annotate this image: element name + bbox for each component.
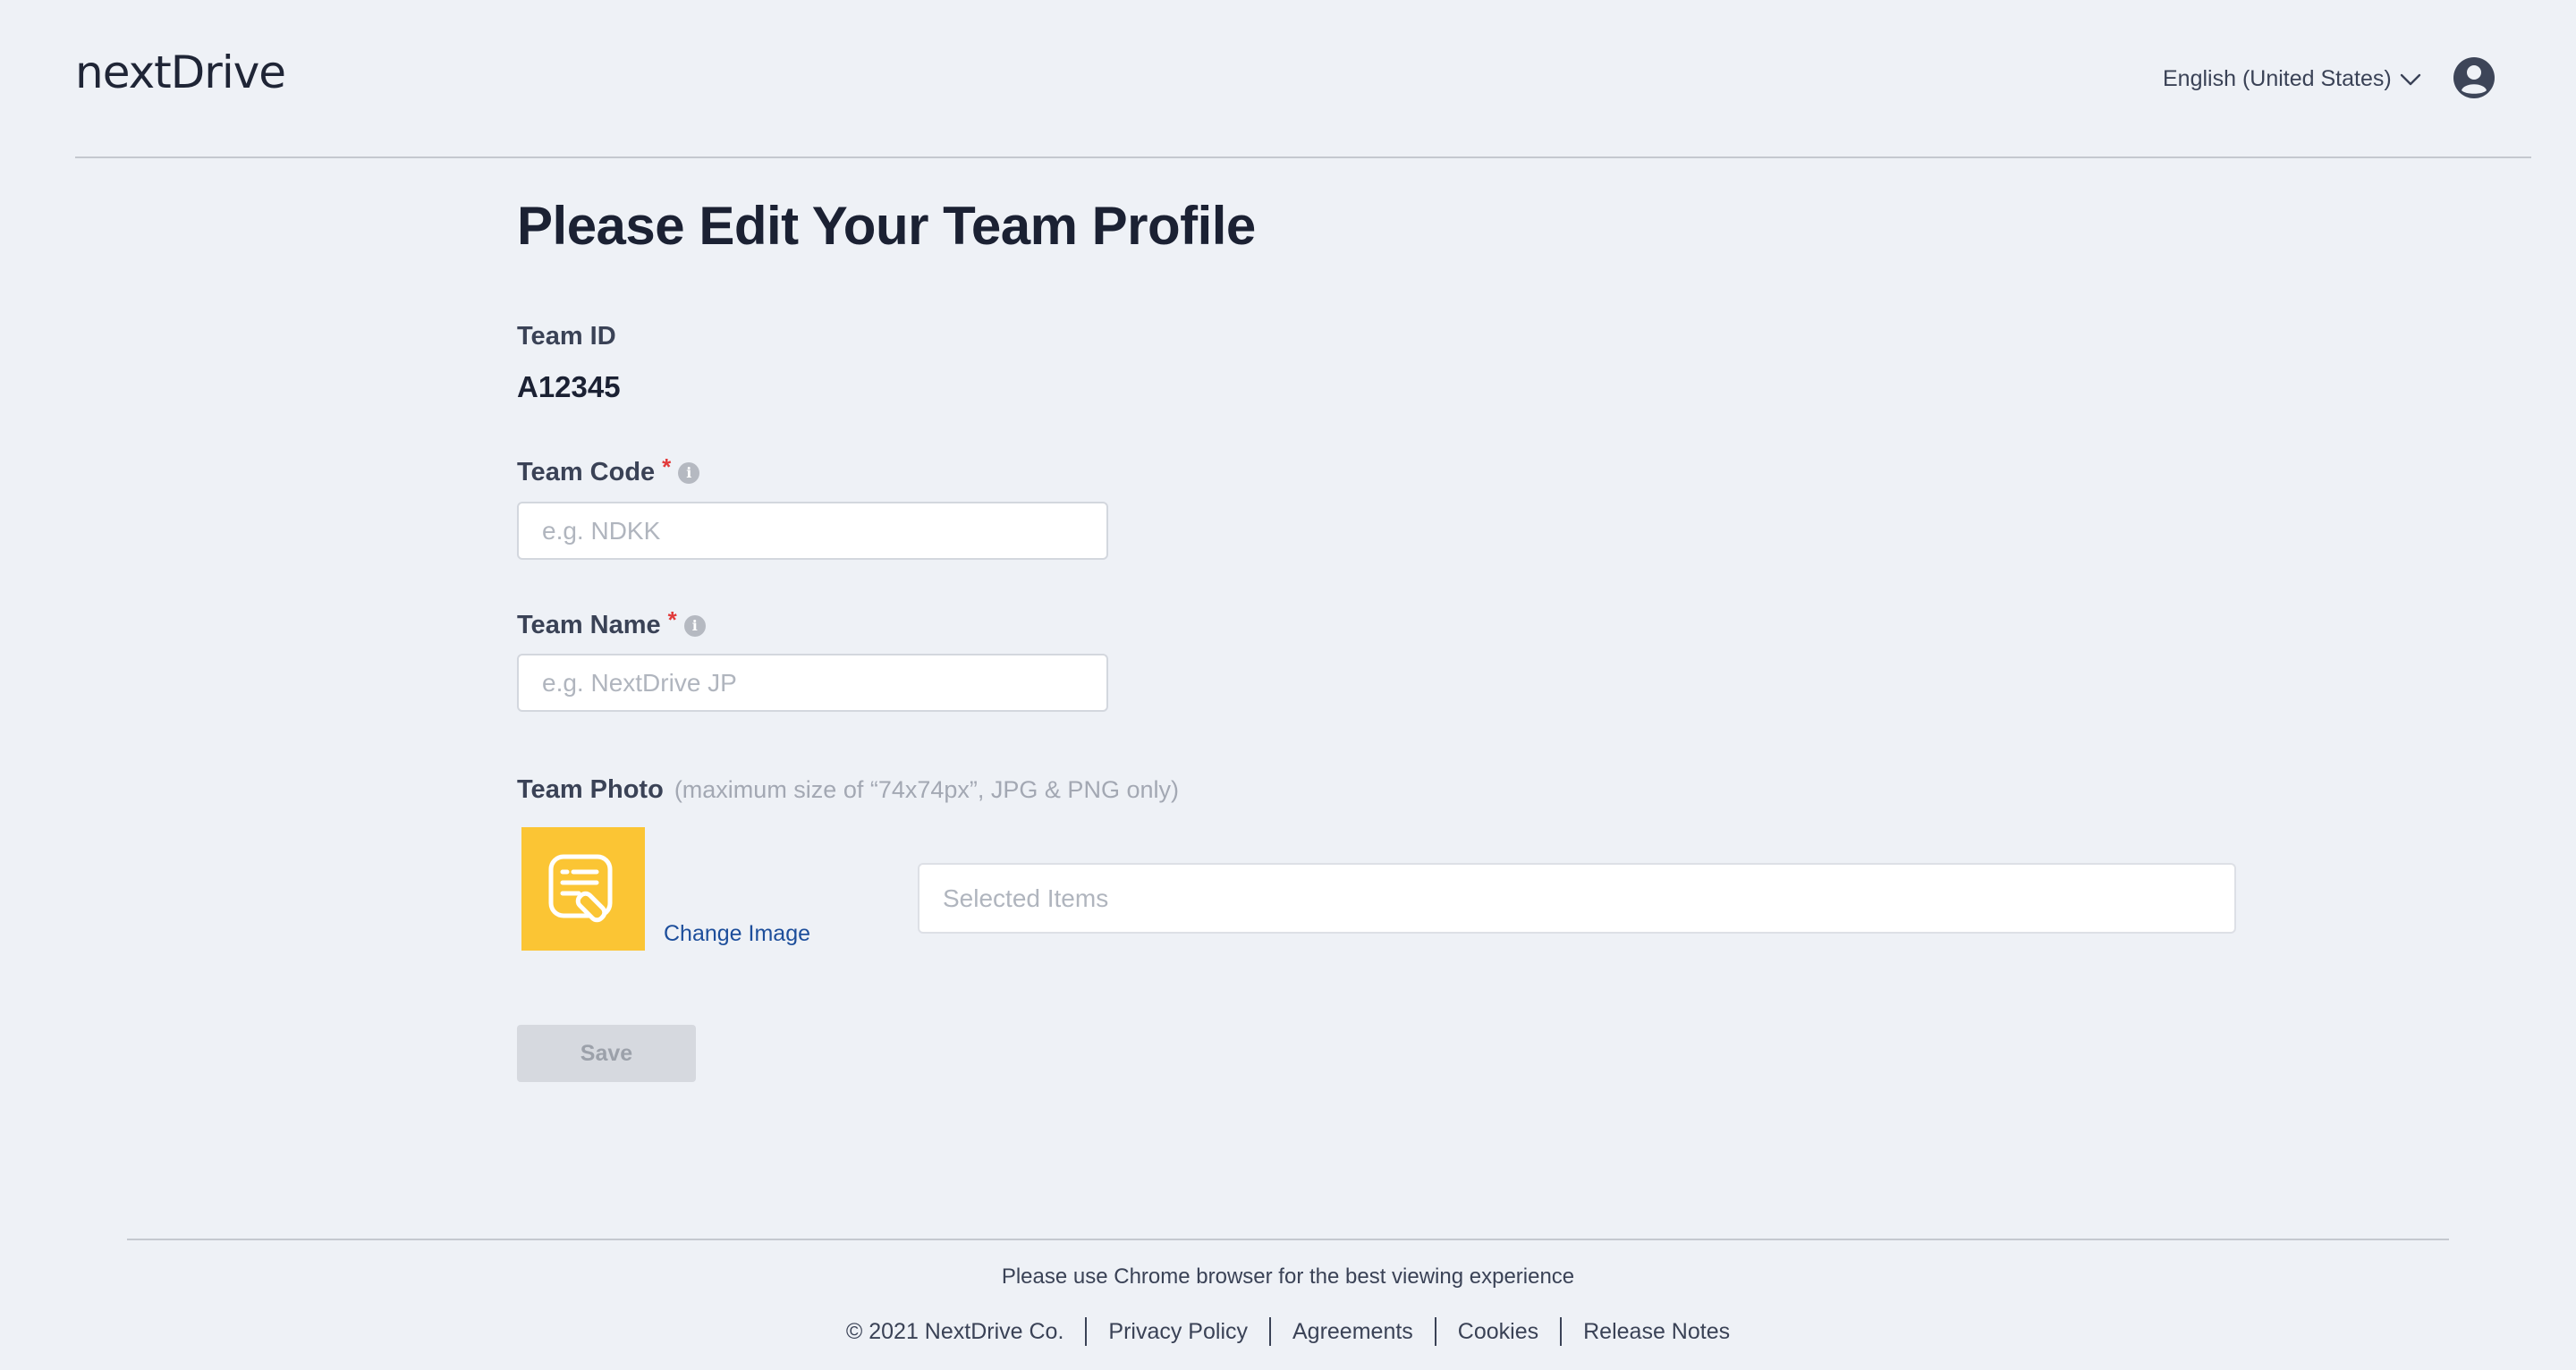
selected-items-field[interactable] bbox=[918, 863, 2236, 934]
footer-separator bbox=[1085, 1317, 1088, 1346]
language-label: English (United States) bbox=[2163, 66, 2392, 91]
team-photo-label: Team Photo (maximum size of “74x74px”, J… bbox=[517, 775, 1179, 805]
language-selector[interactable]: English (United States) bbox=[2163, 66, 2422, 92]
header-divider bbox=[75, 156, 2531, 158]
team-name-label-text: Team Name bbox=[517, 611, 661, 639]
team-photo-label-text: Team Photo bbox=[517, 775, 664, 804]
brand-logo[interactable]: nextDrive bbox=[75, 47, 286, 98]
change-image-link[interactable]: Change Image bbox=[664, 921, 810, 947]
team-code-label: Team Code * i bbox=[517, 453, 700, 487]
footer-divider bbox=[127, 1239, 2449, 1240]
info-icon[interactable]: i bbox=[683, 614, 706, 637]
page: nextDrive English (United States) Please… bbox=[0, 0, 2576, 1370]
save-button[interactable]: Save bbox=[517, 1025, 696, 1082]
user-avatar-icon[interactable] bbox=[2453, 56, 2496, 99]
cookies-link[interactable]: Cookies bbox=[1458, 1319, 1538, 1345]
chevron-down-icon bbox=[2400, 73, 2420, 85]
privacy-policy-link[interactable]: Privacy Policy bbox=[1108, 1319, 1248, 1345]
page-title: Please Edit Your Team Profile bbox=[517, 196, 1256, 256]
footer-links: © 2021 NextDrive Co. Privacy Policy Agre… bbox=[0, 1317, 2576, 1346]
release-notes-link[interactable]: Release Notes bbox=[1583, 1319, 1730, 1345]
team-name-input[interactable] bbox=[517, 654, 1108, 712]
footer-separator bbox=[1434, 1317, 1436, 1346]
team-id-label: Team ID bbox=[517, 322, 616, 351]
team-code-label-text: Team Code bbox=[517, 458, 656, 486]
agreements-link[interactable]: Agreements bbox=[1292, 1319, 1413, 1345]
info-icon[interactable]: i bbox=[678, 461, 700, 484]
team-id-value: A12345 bbox=[517, 370, 621, 403]
footer-separator bbox=[1560, 1317, 1563, 1346]
team-name-label: Team Name * i bbox=[517, 606, 706, 640]
team-id-label-text: Team ID bbox=[517, 322, 616, 351]
footer-separator bbox=[1269, 1317, 1271, 1346]
copyright: © 2021 NextDrive Co. bbox=[845, 1318, 1064, 1344]
team-photo-hint: (maximum size of “74x74px”, JPG & PNG on… bbox=[674, 776, 1179, 803]
team-photo-preview bbox=[521, 827, 645, 951]
document-edit-icon bbox=[548, 854, 613, 923]
browser-note: Please use Chrome browser for the best v… bbox=[1001, 1264, 1575, 1289]
required-marker: * bbox=[662, 453, 672, 480]
team-code-input[interactable] bbox=[517, 502, 1108, 560]
required-marker: * bbox=[667, 606, 677, 633]
